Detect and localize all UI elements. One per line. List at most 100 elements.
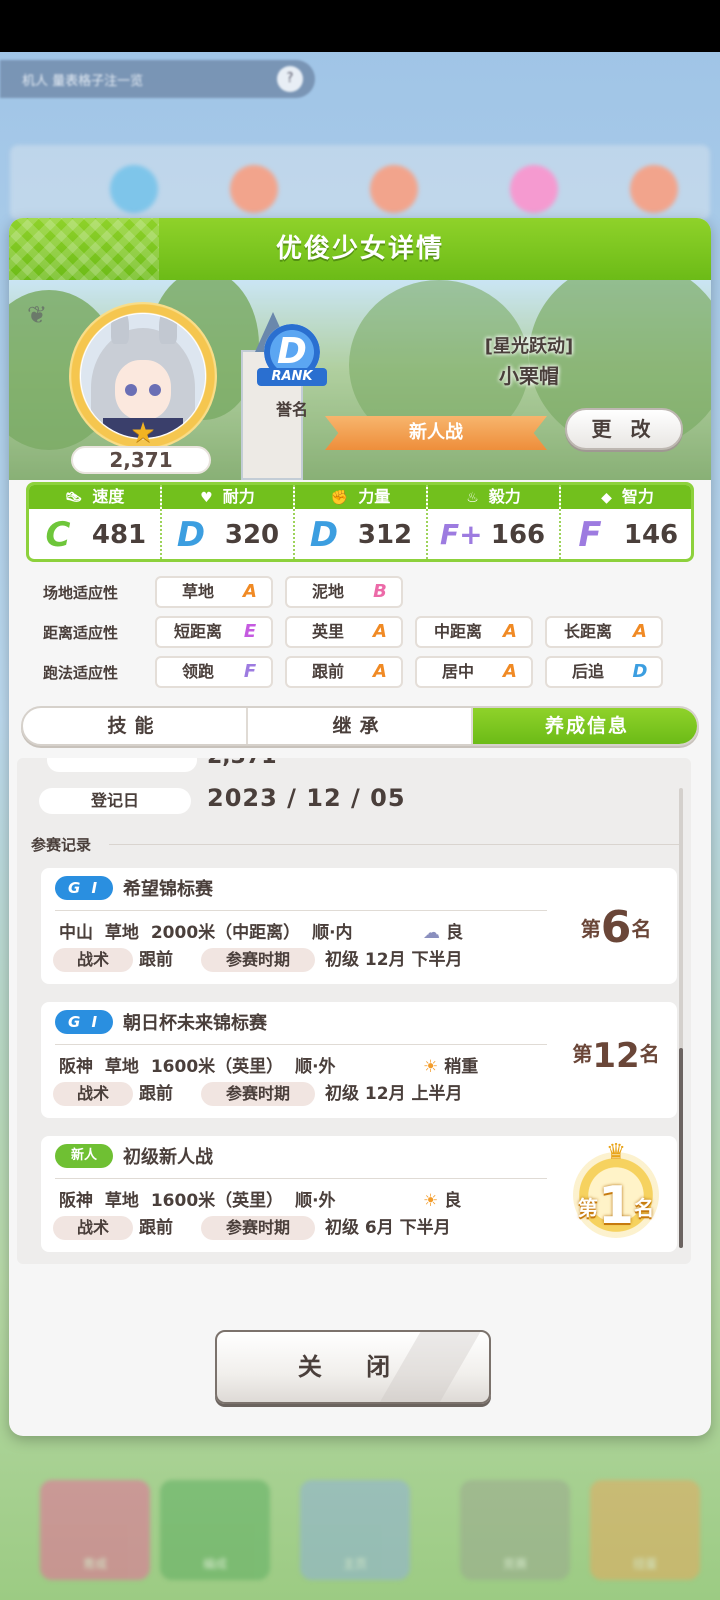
aptitude-chip: 居中 A [415, 656, 533, 688]
shoe-icon: 👟︎ [64, 490, 83, 506]
period-value: 初级 12月 上半月 [325, 1084, 463, 1104]
race-record-card: G I 朝日杯未来锦标赛 阪神 草地 1600米（英里） 顺·外 ☀ 稍重 战术 … [41, 1002, 677, 1118]
tactic-label: 战术 [53, 1082, 133, 1106]
period-value: 初级 6月 下半月 [325, 1218, 451, 1238]
stat-value: 166 [490, 520, 546, 550]
bottom-nav-item: 竞赛 [460, 1480, 570, 1580]
aptitude-chip: 泥地 B [285, 576, 403, 608]
evaluation-pill [47, 758, 197, 772]
aptitude-grade: A [243, 581, 257, 602]
tactic-value: 跟前 [139, 1218, 173, 1238]
stat-header: 👟︎ 速度 [29, 485, 160, 509]
aptitude-chip: 后追 D [545, 656, 663, 688]
placement-suffix: 名 [631, 917, 652, 941]
character-hero: ❦ ★ 2,371 D RANK 誉名 [星光跃动] 小栗帽 新人战 更 改 [9, 280, 711, 480]
tab-inheritance[interactable]: 继承 [248, 708, 473, 744]
rank-ribbon: RANK [257, 368, 327, 386]
muscle-icon: ✊ [330, 490, 349, 506]
change-title-button[interactable]: 更 改 [565, 408, 683, 450]
race-grade-badge: 新人 [55, 1144, 113, 1168]
section-divider [109, 844, 679, 845]
track-aptitude-row: 场地适应性 草地 A 泥地 B [29, 576, 699, 608]
race-weather: ☁ 良 [423, 918, 463, 943]
stat-grade: F [578, 515, 602, 555]
stat-wisdom: ◆ 智力 F 146 [561, 485, 691, 559]
graduation-cap-icon: ◆ [601, 490, 612, 506]
title-ribbon: 新人战 [325, 416, 547, 450]
status-bar [0, 0, 720, 52]
aptitude-chip: 跟前 A [285, 656, 403, 688]
background-bottom-nav: 育成 编成 主页 竞赛 扭蛋 [0, 1440, 720, 1600]
background-top-bar-text: 机人 量表格子注一览 [22, 74, 144, 89]
evaluation-value: 2,371 [207, 758, 277, 769]
race-divider [55, 910, 547, 911]
stat-value: 312 [357, 520, 413, 550]
bottom-nav-label: 编成 [202, 1557, 227, 1571]
bottom-nav-item: 育成 [40, 1480, 150, 1580]
tactic-label: 战术 [53, 948, 133, 972]
bottom-nav-label: 育成 [82, 1557, 107, 1571]
aptitude-name: 居中 [441, 662, 474, 681]
background-avatar [110, 165, 158, 213]
heart-icon: ♥ [200, 490, 213, 506]
aptitude-grade: D [632, 661, 648, 682]
stat-name: 速度 [92, 487, 125, 506]
dialog-header: 优俊少女详情 [9, 218, 711, 280]
distance-aptitude-row: 距离适应性 短距离 E 英里 A 中距离 A 长距离 A [29, 616, 699, 648]
background-avatar [230, 165, 278, 213]
aptitude-name: 英里 [311, 622, 344, 641]
register-date-value: 2023 / 12 / 05 [207, 784, 406, 812]
race-placement-first: ♛ 第1名 [561, 1140, 671, 1242]
placement-text: 第1名 [561, 1176, 671, 1236]
close-button-label: 关 闭 [297, 1353, 409, 1381]
stat-name: 力量 [358, 487, 391, 506]
star-icon: ★ [130, 416, 156, 449]
stat-grade: F+ [440, 518, 483, 551]
race-info: 阪神 草地 1600米（英里） 顺·外 [59, 1057, 336, 1077]
race-grade-badge: G I [55, 876, 113, 900]
bottom-nav-label: 扭蛋 [632, 1557, 657, 1571]
aptitude-name: 泥地 [311, 582, 344, 601]
weather-condition: 良 [444, 1191, 462, 1211]
bottom-nav-label: 主页 [342, 1557, 367, 1571]
race-placement: 第12名 [561, 1036, 671, 1086]
weather-condition: 稍重 [444, 1057, 479, 1077]
aptitude-grade: B [373, 581, 387, 602]
aptitude-grade: A [503, 621, 517, 642]
stat-grade: C [45, 515, 71, 555]
bottom-nav-item: 主页 [300, 1480, 410, 1580]
period-label: 参赛时期 [201, 1082, 315, 1106]
scrollbar-thumb[interactable] [679, 1048, 683, 1248]
portrait-eye [149, 384, 161, 396]
aptitude-grade: A [633, 621, 647, 642]
flame-icon: ♨ [466, 490, 479, 506]
portrait-ear [159, 314, 177, 344]
detail-tabs: 技能 继承 养成信息 [21, 706, 699, 746]
stat-name: 智力 [621, 487, 654, 506]
stat-speed: 👟︎ 速度 C 481 [29, 485, 162, 559]
race-record-card: 新人 初级新人战 阪神 草地 1600米（英里） 顺·外 ☀ 良 战术 跟前 参赛… [41, 1136, 677, 1252]
race-record-card: G I 希望锦标赛 中山 草地 2000米（中距离） 顺·内 ☁ 良 战术 跟前 … [41, 868, 677, 984]
aptitude-grade: A [503, 661, 517, 682]
stat-header: ♨ 毅力 [428, 485, 559, 509]
tab-training-info[interactable]: 养成信息 [473, 708, 697, 744]
sun-icon: ☀ [423, 1191, 439, 1211]
aptitude-name: 草地 [181, 582, 214, 601]
rank-label: 誉名 [275, 400, 308, 419]
bottom-nav-label: 竞赛 [502, 1557, 527, 1571]
race-info: 中山 草地 2000米（中距离） 顺·内 [59, 923, 353, 943]
race-divider [55, 1178, 547, 1179]
close-button[interactable]: 关 闭 [215, 1330, 491, 1404]
placement-prefix: 第 [572, 1042, 593, 1066]
help-icon: ? [277, 66, 303, 92]
tab-skills[interactable]: 技能 [23, 708, 248, 744]
background-character-cards [10, 145, 710, 220]
evaluation-score: 2,371 [71, 446, 211, 474]
placement-suffix: 名 [634, 1196, 655, 1220]
training-info-panel[interactable]: 2,371 登记日 2023 / 12 / 05 参赛记录 G I 希望锦标赛 … [17, 758, 691, 1264]
rank-badge: D RANK [257, 324, 327, 394]
period-label: 参赛时期 [201, 948, 315, 972]
aptitude-grade: A [373, 661, 387, 682]
aptitude-chip: 领跑 F [155, 656, 273, 688]
stat-value: 146 [623, 520, 679, 550]
